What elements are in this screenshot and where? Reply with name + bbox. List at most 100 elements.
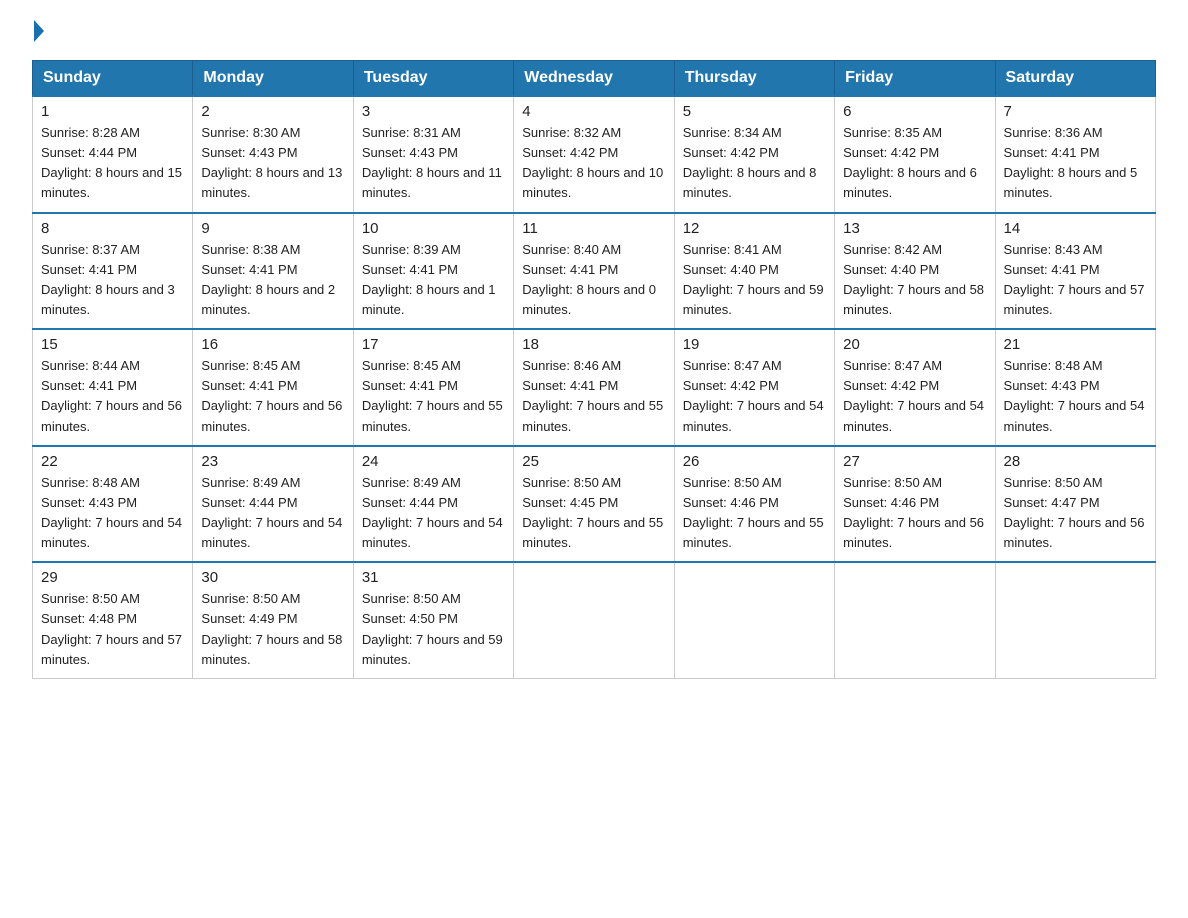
calendar-header: SundayMondayTuesdayWednesdayThursdayFrid… (33, 61, 1156, 97)
day-info: Sunrise: 8:50 AMSunset: 4:49 PMDaylight:… (201, 589, 344, 670)
day-number: 20 (843, 336, 986, 353)
day-info: Sunrise: 8:40 AMSunset: 4:41 PMDaylight:… (522, 240, 665, 321)
day-info: Sunrise: 8:35 AMSunset: 4:42 PMDaylight:… (843, 123, 986, 204)
day-number: 22 (41, 453, 184, 470)
weekday-header-thursday: Thursday (674, 61, 834, 97)
logo-arrow-icon (34, 20, 44, 42)
day-number: 29 (41, 569, 184, 586)
day-number: 12 (683, 220, 826, 237)
calendar-cell: 6 Sunrise: 8:35 AMSunset: 4:42 PMDaylight… (835, 96, 995, 213)
day-info: Sunrise: 8:28 AMSunset: 4:44 PMDaylight:… (41, 123, 184, 204)
day-info: Sunrise: 8:50 AMSunset: 4:47 PMDaylight:… (1004, 473, 1147, 554)
calendar-week-row: 15 Sunrise: 8:44 AMSunset: 4:41 PMDayligh… (33, 329, 1156, 446)
calendar-week-row: 29 Sunrise: 8:50 AMSunset: 4:48 PMDayligh… (33, 562, 1156, 678)
calendar-cell (514, 562, 674, 678)
day-info: Sunrise: 8:48 AMSunset: 4:43 PMDaylight:… (41, 473, 184, 554)
day-number: 31 (362, 569, 505, 586)
day-info: Sunrise: 8:44 AMSunset: 4:41 PMDaylight:… (41, 356, 184, 437)
calendar-cell: 7 Sunrise: 8:36 AMSunset: 4:41 PMDaylight… (995, 96, 1155, 213)
calendar-cell: 3 Sunrise: 8:31 AMSunset: 4:43 PMDaylight… (353, 96, 513, 213)
calendar-cell: 13 Sunrise: 8:42 AMSunset: 4:40 PMDayligh… (835, 213, 995, 330)
calendar-cell: 9Sunrise: 8:38 AMSunset: 4:41 PMDaylight… (193, 213, 353, 330)
day-info: Sunrise: 8:47 AMSunset: 4:42 PMDaylight:… (843, 356, 986, 437)
calendar-week-row: 22 Sunrise: 8:48 AMSunset: 4:43 PMDayligh… (33, 446, 1156, 563)
day-info: Sunrise: 8:50 AMSunset: 4:50 PMDaylight:… (362, 589, 505, 670)
day-number: 10 (362, 220, 505, 237)
calendar-cell: 14 Sunrise: 8:43 AMSunset: 4:41 PMDayligh… (995, 213, 1155, 330)
calendar-cell: 29 Sunrise: 8:50 AMSunset: 4:48 PMDayligh… (33, 562, 193, 678)
calendar-body: 1 Sunrise: 8:28 AMSunset: 4:44 PMDaylight… (33, 96, 1156, 678)
calendar-cell: 18 Sunrise: 8:46 AMSunset: 4:41 PMDayligh… (514, 329, 674, 446)
day-number: 28 (1004, 453, 1147, 470)
header (32, 24, 1156, 42)
day-info: Sunrise: 8:41 AMSunset: 4:40 PMDaylight:… (683, 240, 826, 321)
day-number: 2 (201, 103, 344, 120)
day-number: 30 (201, 569, 344, 586)
calendar-cell: 20 Sunrise: 8:47 AMSunset: 4:42 PMDayligh… (835, 329, 995, 446)
day-info: Sunrise: 8:46 AMSunset: 4:41 PMDaylight:… (522, 356, 665, 437)
day-info: Sunrise: 8:31 AMSunset: 4:43 PMDaylight:… (362, 123, 505, 204)
calendar-week-row: 1 Sunrise: 8:28 AMSunset: 4:44 PMDaylight… (33, 96, 1156, 213)
weekday-header-tuesday: Tuesday (353, 61, 513, 97)
calendar-cell: 30 Sunrise: 8:50 AMSunset: 4:49 PMDayligh… (193, 562, 353, 678)
day-info: Sunrise: 8:48 AMSunset: 4:43 PMDaylight:… (1004, 356, 1147, 437)
calendar-cell: 10 Sunrise: 8:39 AMSunset: 4:41 PMDayligh… (353, 213, 513, 330)
calendar-cell: 1 Sunrise: 8:28 AMSunset: 4:44 PMDaylight… (33, 96, 193, 213)
calendar-cell (674, 562, 834, 678)
calendar-cell: 25Sunrise: 8:50 AMSunset: 4:45 PMDayligh… (514, 446, 674, 563)
day-number: 19 (683, 336, 826, 353)
calendar-cell: 11 Sunrise: 8:40 AMSunset: 4:41 PMDayligh… (514, 213, 674, 330)
day-number: 15 (41, 336, 184, 353)
day-number: 21 (1004, 336, 1147, 353)
day-number: 13 (843, 220, 986, 237)
calendar-cell: 16Sunrise: 8:45 AMSunset: 4:41 PMDayligh… (193, 329, 353, 446)
day-info: Sunrise: 8:39 AMSunset: 4:41 PMDaylight:… (362, 240, 505, 321)
day-number: 3 (362, 103, 505, 120)
day-info: Sunrise: 8:32 AMSunset: 4:42 PMDaylight:… (522, 123, 665, 204)
day-info: Sunrise: 8:34 AMSunset: 4:42 PMDaylight:… (683, 123, 826, 204)
day-number: 18 (522, 336, 665, 353)
weekday-header-row: SundayMondayTuesdayWednesdayThursdayFrid… (33, 61, 1156, 97)
day-info: Sunrise: 8:50 AMSunset: 4:46 PMDaylight:… (843, 473, 986, 554)
day-info: Sunrise: 8:43 AMSunset: 4:41 PMDaylight:… (1004, 240, 1147, 321)
day-info: Sunrise: 8:50 AMSunset: 4:45 PMDaylight:… (522, 473, 665, 554)
calendar-cell: 26 Sunrise: 8:50 AMSunset: 4:46 PMDayligh… (674, 446, 834, 563)
calendar-cell: 12 Sunrise: 8:41 AMSunset: 4:40 PMDayligh… (674, 213, 834, 330)
day-number: 11 (522, 220, 665, 237)
calendar-cell: 19 Sunrise: 8:47 AMSunset: 4:42 PMDayligh… (674, 329, 834, 446)
day-info: Sunrise: 8:36 AMSunset: 4:41 PMDaylight:… (1004, 123, 1147, 204)
day-info: Sunrise: 8:50 AMSunset: 4:46 PMDaylight:… (683, 473, 826, 554)
day-number: 7 (1004, 103, 1147, 120)
weekday-header-monday: Monday (193, 61, 353, 97)
calendar-cell: 2 Sunrise: 8:30 AMSunset: 4:43 PMDaylight… (193, 96, 353, 213)
day-info: Sunrise: 8:49 AMSunset: 4:44 PMDaylight:… (362, 473, 505, 554)
calendar-cell: 8 Sunrise: 8:37 AMSunset: 4:41 PMDaylight… (33, 213, 193, 330)
calendar-cell: 23Sunrise: 8:49 AMSunset: 4:44 PMDayligh… (193, 446, 353, 563)
calendar-table: SundayMondayTuesdayWednesdayThursdayFrid… (32, 60, 1156, 679)
day-info: Sunrise: 8:50 AMSunset: 4:48 PMDaylight:… (41, 589, 184, 670)
day-info: Sunrise: 8:42 AMSunset: 4:40 PMDaylight:… (843, 240, 986, 321)
day-info: Sunrise: 8:37 AMSunset: 4:41 PMDaylight:… (41, 240, 184, 321)
calendar-cell (995, 562, 1155, 678)
day-number: 17 (362, 336, 505, 353)
day-info: Sunrise: 8:38 AMSunset: 4:41 PMDaylight:… (201, 240, 344, 321)
calendar-cell: 28 Sunrise: 8:50 AMSunset: 4:47 PMDayligh… (995, 446, 1155, 563)
calendar-cell: 15 Sunrise: 8:44 AMSunset: 4:41 PMDayligh… (33, 329, 193, 446)
calendar-cell: 21 Sunrise: 8:48 AMSunset: 4:43 PMDayligh… (995, 329, 1155, 446)
day-info: Sunrise: 8:30 AMSunset: 4:43 PMDaylight:… (201, 123, 344, 204)
calendar-cell: 27 Sunrise: 8:50 AMSunset: 4:46 PMDayligh… (835, 446, 995, 563)
day-number: 5 (683, 103, 826, 120)
calendar-cell: 31 Sunrise: 8:50 AMSunset: 4:50 PMDayligh… (353, 562, 513, 678)
day-number: 26 (683, 453, 826, 470)
day-info: Sunrise: 8:47 AMSunset: 4:42 PMDaylight:… (683, 356, 826, 437)
day-number: 14 (1004, 220, 1147, 237)
day-info: Sunrise: 8:49 AMSunset: 4:44 PMDaylight:… (201, 473, 344, 554)
day-number: 8 (41, 220, 184, 237)
day-number: 24 (362, 453, 505, 470)
day-number: 27 (843, 453, 986, 470)
weekday-header-sunday: Sunday (33, 61, 193, 97)
day-number: 1 (41, 103, 184, 120)
logo (32, 24, 44, 42)
day-number: 6 (843, 103, 986, 120)
day-info: Sunrise: 8:45 AMSunset: 4:41 PMDaylight:… (201, 356, 344, 437)
